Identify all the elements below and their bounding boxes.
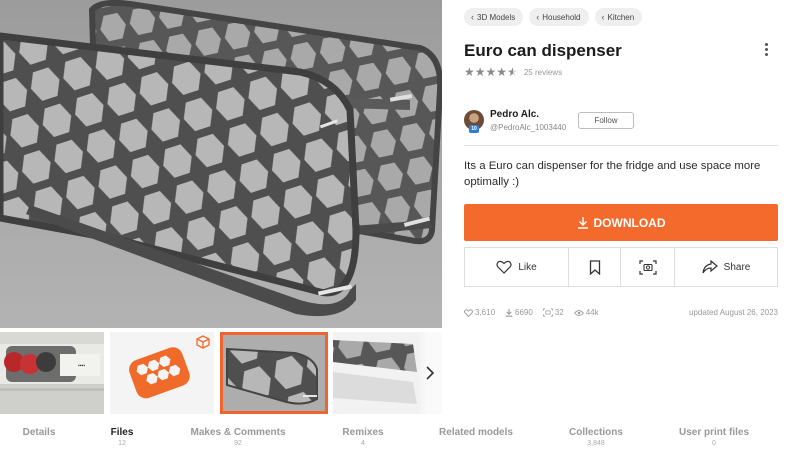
page-title: Euro can dispenser [464, 41, 622, 60]
breadcrumb-kitchen[interactable]: ‹ Kitchen [594, 8, 643, 26]
share-button[interactable]: Share [675, 248, 777, 286]
tab-details[interactable]: Details [23, 427, 56, 440]
ar-view-button[interactable] [621, 248, 675, 286]
chevron-left-icon: ‹ [471, 12, 474, 22]
share-icon [702, 260, 718, 274]
tab-count: 12 [118, 440, 126, 447]
level-badge: 10 [469, 125, 479, 133]
camera-scan-icon [542, 308, 553, 317]
download-button[interactable]: DOWNLOAD [464, 204, 778, 241]
author-name[interactable]: Pedro Alc. [490, 109, 539, 120]
star-icon: ★ [496, 65, 508, 79]
breadcrumb-label: 3D Models [477, 12, 516, 22]
thumbnail-next-button[interactable] [418, 332, 442, 414]
breadcrumb-label: Kitchen [607, 12, 635, 22]
save-to-collection-button[interactable] [569, 248, 621, 286]
model-stats: 3,610 6690 32 44k [464, 308, 599, 317]
likes-stat: 3,610 [464, 308, 495, 317]
breadcrumb-label: Household [542, 12, 581, 22]
thumbnail-orange-model[interactable] [110, 332, 214, 414]
author-block: 10 Pedro Alc. @PedroAlc_1003440 Follow [464, 108, 778, 136]
thumbnail-gray-render-selected[interactable] [220, 332, 328, 414]
can-dispenser-render [0, 0, 442, 328]
tab-related-models[interactable]: Related models [439, 427, 513, 440]
gray-render-preview [223, 335, 325, 411]
tab-label: Details [22, 427, 56, 438]
tab-label: Collections [569, 427, 623, 438]
heart-icon [496, 260, 512, 274]
detail-tabs: Details Files 12 Makes & Comments 92 Rem… [0, 420, 800, 450]
fridge-photo: ▪▪▪▪ [0, 332, 104, 414]
svg-text:▪▪▪▪: ▪▪▪▪ [78, 363, 85, 369]
divider [464, 145, 778, 146]
tab-count: 0 [712, 440, 716, 447]
downloads-count: 6690 [515, 308, 533, 317]
follow-button[interactable]: Follow [578, 112, 634, 129]
tab-remixes[interactable]: Remixes 4 [342, 427, 383, 447]
downloads-stat: 6690 [505, 308, 533, 317]
tab-label: Files [110, 427, 134, 438]
author-handle: @PedroAlc_1003440 [490, 123, 567, 132]
main-model-image[interactable] [0, 0, 442, 328]
rating[interactable]: ★ ★ ★ ★ ★ 25 reviews [464, 66, 562, 78]
tab-makes-comments[interactable]: Makes & Comments 92 [190, 427, 285, 447]
heart-icon [464, 308, 473, 317]
like-label: Like [518, 261, 537, 273]
download-icon [577, 217, 588, 229]
tab-label: User print files [678, 427, 750, 438]
thumbnail-strip: ▪▪▪▪ [0, 332, 442, 414]
views-stat: 44k [573, 308, 599, 317]
eye-icon [573, 309, 584, 316]
tab-label: Makes & Comments [190, 427, 286, 438]
reviews-link[interactable]: 25 reviews [524, 68, 562, 77]
star-icon: ★ [485, 65, 497, 79]
breadcrumb-3d-models[interactable]: ‹ 3D Models [464, 8, 524, 26]
model-description: Its a Euro can dispenser for the fridge … [464, 160, 761, 188]
star-rating: ★ ★ ★ ★ ★ [464, 66, 518, 78]
breadcrumb: ‹ 3D Models ‹ Household ‹ Kitchen [464, 8, 643, 26]
camera-scan-icon [638, 259, 657, 275]
avatar[interactable]: 10 [464, 110, 484, 133]
star-icon: ★ [474, 65, 486, 79]
breadcrumb-household[interactable]: ‹ Household [529, 8, 589, 26]
download-icon [505, 308, 513, 317]
likes-count: 3,610 [475, 308, 496, 317]
chevron-left-icon: ‹ [601, 12, 605, 22]
action-bar: Like Share [464, 247, 778, 287]
bookmark-icon [589, 259, 600, 275]
star-half-icon: ★ [507, 65, 518, 79]
makes-count: 32 [554, 308, 564, 317]
kebab-menu-icon[interactable] [760, 40, 772, 58]
chevron-right-icon [426, 366, 435, 380]
tab-count: 4 [361, 440, 365, 447]
makes-stat: 32 [542, 308, 564, 317]
download-label: DOWNLOAD [593, 215, 666, 230]
tab-user-print-files[interactable]: User print files 0 [679, 427, 749, 447]
tab-collections[interactable]: Collections 3,848 [569, 427, 623, 447]
cube-icon [196, 335, 210, 349]
thumbnail-fridge-photo[interactable]: ▪▪▪▪ [0, 332, 104, 414]
tab-files[interactable]: Files 12 [111, 427, 134, 447]
like-button[interactable]: Like [465, 248, 569, 286]
views-count: 44k [585, 308, 599, 317]
tab-count: 92 [234, 440, 242, 447]
chevron-left-icon: ‹ [536, 12, 540, 22]
star-icon: ★ [464, 65, 475, 79]
share-label: Share [723, 261, 751, 273]
tab-label: Remixes [342, 427, 384, 438]
tab-label: Related models [439, 427, 513, 438]
tab-count: 3,848 [587, 440, 605, 447]
updated-date: updated August 26, 2023 [689, 308, 778, 317]
